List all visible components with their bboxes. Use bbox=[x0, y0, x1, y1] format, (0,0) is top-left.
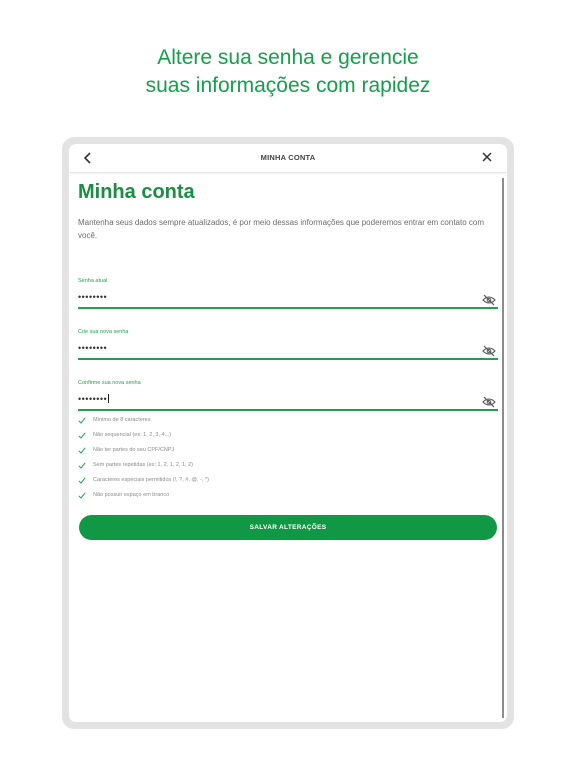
top-navigation-bar: MINHA CONTA bbox=[69, 144, 507, 173]
check-icon bbox=[78, 462, 86, 469]
intro-text: Mantenha seus dados sempre atualizados, … bbox=[78, 218, 484, 240]
list-item: Não ter partes do seu CPF/CNPJ bbox=[78, 445, 498, 460]
confirm-password-input-wrapper[interactable]: •••••••• bbox=[78, 394, 110, 404]
current-password-label: Senha atual bbox=[78, 278, 108, 284]
field-underline bbox=[78, 358, 498, 360]
device-frame: MINHA CONTA Minha conta Mantenha seus da… bbox=[62, 137, 514, 729]
current-password-input[interactable]: •••••••• bbox=[78, 292, 107, 302]
new-password-label: Crie sua nova senha bbox=[78, 329, 129, 335]
rule-text: Mínimo de 8 caracteres bbox=[93, 417, 151, 423]
check-icon bbox=[78, 492, 86, 499]
list-item: Não sequencial (ex: 1, 2, 3, 4...) bbox=[78, 430, 498, 445]
scrollbar[interactable] bbox=[502, 178, 504, 718]
check-icon bbox=[78, 417, 86, 424]
rule-text: Não sequencial (ex: 1, 2, 3, 4...) bbox=[93, 432, 171, 438]
page-title: Minha conta bbox=[78, 181, 195, 203]
check-icon bbox=[78, 447, 86, 454]
eye-off-icon[interactable] bbox=[482, 396, 496, 408]
check-icon bbox=[78, 477, 86, 484]
current-password-field[interactable]: Senha atual •••••••• bbox=[78, 278, 498, 322]
promo-headline-line-1: Altere sua senha e gerencie bbox=[157, 46, 419, 69]
list-item: Caracteres especiais permitidos (!, ?, #… bbox=[78, 475, 498, 490]
check-icon bbox=[78, 432, 86, 439]
list-item: Mínimo de 8 caracteres bbox=[78, 415, 498, 430]
save-changes-button[interactable]: SALVAR ALTERAÇÕES bbox=[79, 515, 497, 540]
rule-text: Sem partes repetidas (ex: 1, 2, 1, 2, 1,… bbox=[93, 462, 193, 468]
promo-headline-line-2: suas informações com rapidez bbox=[145, 74, 431, 97]
promo-headline: Altere sua senha e gerencie suas informa… bbox=[0, 44, 576, 100]
field-underline bbox=[78, 409, 498, 411]
confirm-password-label: Confirme sua nova senha bbox=[78, 380, 141, 386]
list-item: Sem partes repetidas (ex: 1, 2, 1, 2, 1,… bbox=[78, 460, 498, 475]
eye-off-icon[interactable] bbox=[482, 345, 496, 357]
confirm-password-input[interactable]: •••••••• bbox=[78, 394, 107, 404]
list-item: Não possuir espaço em branco bbox=[78, 490, 498, 505]
topbar-title: MINHA CONTA bbox=[260, 153, 316, 162]
new-password-input[interactable]: •••••••• bbox=[78, 343, 107, 353]
field-underline bbox=[78, 307, 498, 309]
rule-text: Não ter partes do seu CPF/CNPJ bbox=[93, 447, 175, 453]
rule-text: Caracteres especiais permitidos (!, ?, #… bbox=[93, 477, 209, 483]
text-caret bbox=[108, 394, 110, 403]
app-screen: MINHA CONTA Minha conta Mantenha seus da… bbox=[69, 144, 507, 722]
eye-off-icon[interactable] bbox=[482, 294, 496, 306]
new-password-field[interactable]: Crie sua nova senha •••••••• bbox=[78, 329, 498, 373]
rule-text: Não possuir espaço em branco bbox=[93, 492, 170, 498]
close-icon[interactable] bbox=[481, 151, 493, 163]
password-rules-list: Mínimo de 8 caracteres Não sequencial (e… bbox=[78, 415, 498, 505]
